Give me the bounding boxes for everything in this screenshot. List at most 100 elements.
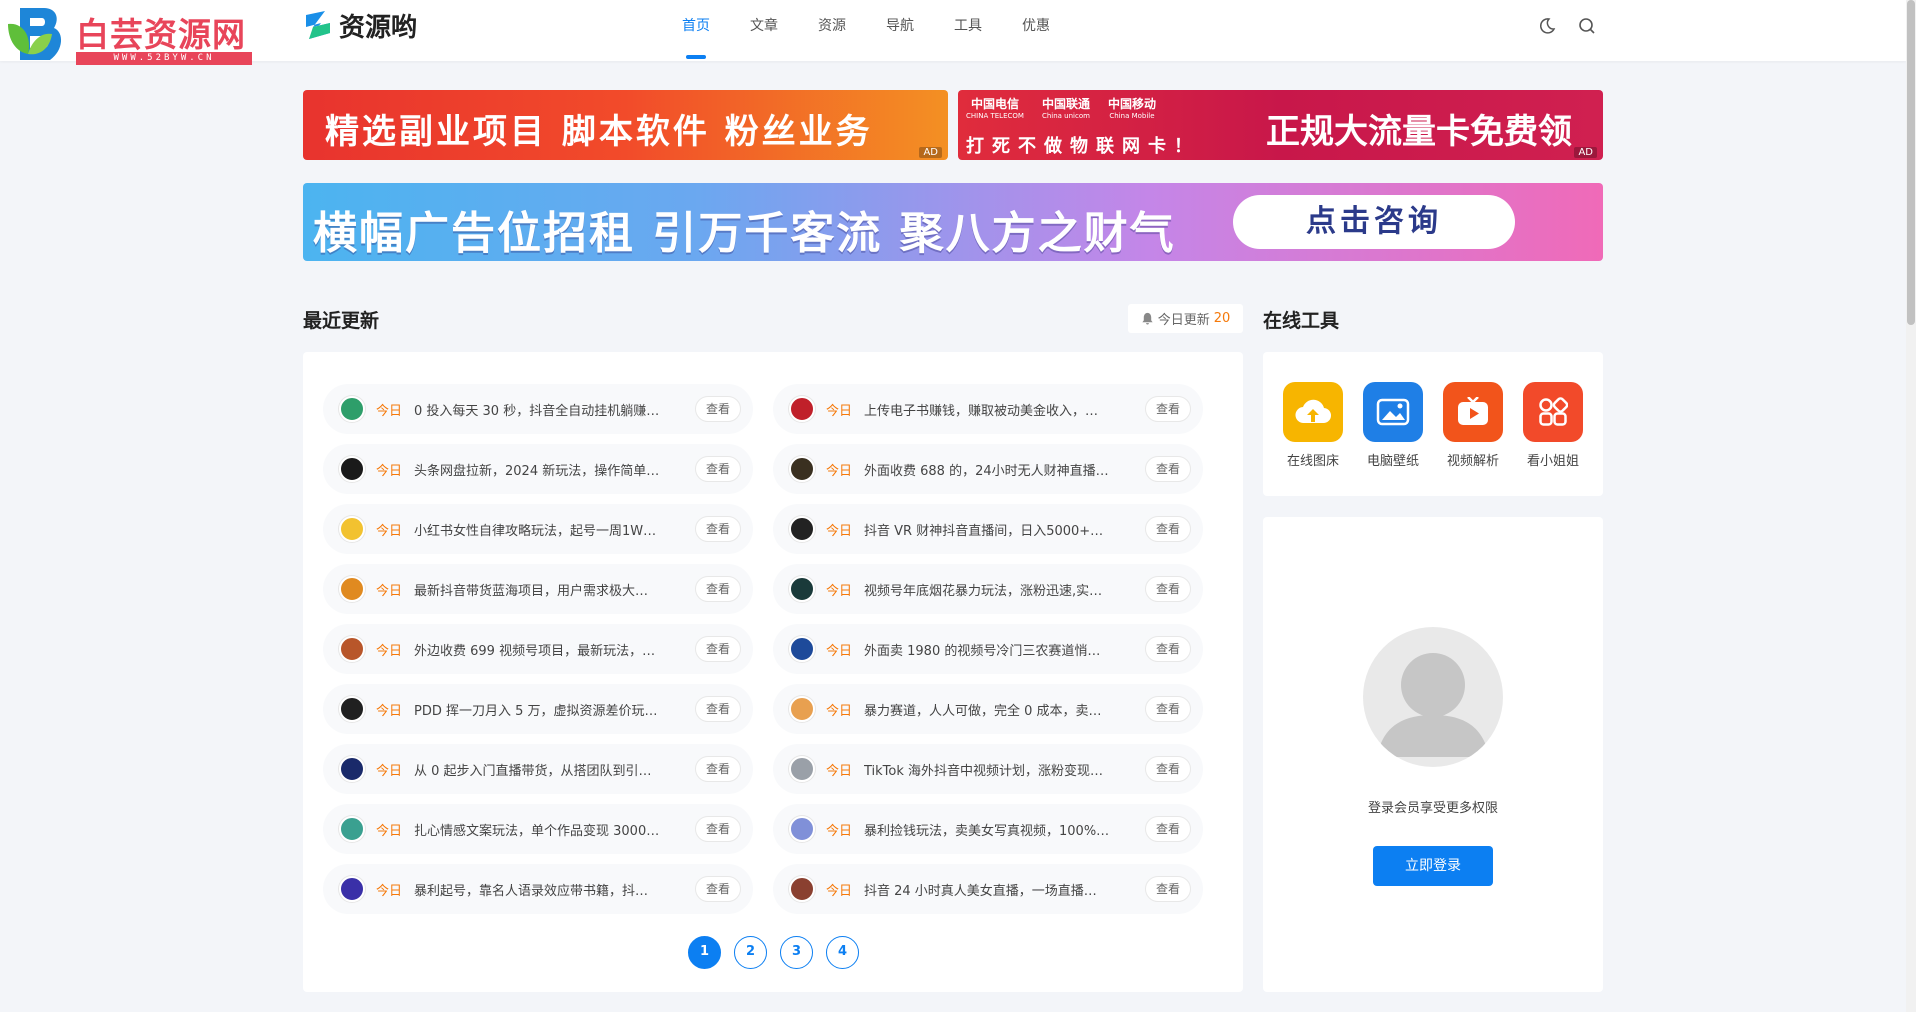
list-item[interactable]: 今日 0 投入每天 30 秒，抖音全自动挂机躺赚… 查看	[323, 384, 753, 434]
banner-sim-card[interactable]: 中国电信 CHINA TELECOM 中国联通 China unicom 中国移动 C…	[958, 90, 1603, 160]
view-button[interactable]: 查看	[1145, 816, 1191, 842]
item-thumbnail	[339, 396, 365, 422]
view-button[interactable]: 查看	[695, 816, 741, 842]
item-title[interactable]: 抖音 24 小时真人美女直播，一场直播…	[864, 880, 1117, 899]
view-button[interactable]: 查看	[695, 636, 741, 662]
view-button[interactable]: 查看	[695, 876, 741, 902]
tool-gallery[interactable]: 看小姐姐	[1513, 382, 1593, 469]
list-item[interactable]: 今日 暴利捡钱玩法，卖美女写真视频，100%… 查看	[773, 804, 1203, 854]
item-title[interactable]: PDD 挥一刀月入 5 万，虚拟资源差价玩…	[414, 700, 667, 719]
item-thumbnail	[339, 456, 365, 482]
page-4[interactable]: 4	[826, 936, 859, 969]
item-thumbnail	[789, 756, 815, 782]
item-thumbnail	[789, 636, 815, 662]
login-tip: 登录会员享受更多权限	[1367, 801, 1498, 816]
view-button[interactable]: 查看	[695, 696, 741, 722]
item-title[interactable]: 从 0 起步入门直播带货，从搭团队到引…	[414, 760, 667, 779]
list-item[interactable]: 今日 暴利起号，靠名人语录效应带书籍，抖… 查看	[323, 864, 753, 914]
item-title[interactable]: 最新抖音带货蓝海项目，用户需求极大…	[414, 580, 667, 599]
list-item[interactable]: 今日 外面收费 688 的，24小时无人财神直播… 查看	[773, 444, 1203, 494]
list-item[interactable]: 今日 外边收费 699 视频号项目，最新玩法，… 查看	[323, 624, 753, 674]
nav-articles[interactable]: 文章	[730, 0, 798, 61]
nav-navigation[interactable]: 导航	[866, 0, 934, 61]
item-date-tag: 今日	[826, 463, 853, 479]
list-item[interactable]: 今日 TikTok 海外抖音中视频计划，涨粉变现… 查看	[773, 744, 1203, 794]
carrier-logos: 中国电信 CHINA TELECOM 中国联通 China unicom 中国移动 C…	[966, 98, 1156, 122]
view-button[interactable]: 查看	[1145, 756, 1191, 782]
pagination: 1 2 3 4	[688, 936, 859, 969]
item-title[interactable]: 外边收费 699 视频号项目，最新玩法，…	[414, 640, 667, 659]
site-logo[interactable]: 资源哟	[303, 8, 417, 43]
view-button[interactable]: 查看	[695, 396, 741, 422]
item-title[interactable]: 抖音 VR 财神抖音直播间，日入5000+…	[864, 520, 1117, 539]
item-date-tag: 今日	[376, 703, 403, 719]
list-item[interactable]: 今日 外面卖 1980 的视频号冷门三农赛道悄… 查看	[773, 624, 1203, 674]
item-date-tag: 今日	[826, 643, 853, 659]
list-item[interactable]: 今日 抖音 24 小时真人美女直播，一场直播… 查看	[773, 864, 1203, 914]
item-title[interactable]: 暴利起号，靠名人语录效应带书籍，抖…	[414, 880, 667, 899]
recent-updates-panel: 今日 0 投入每天 30 秒，抖音全自动挂机躺赚… 查看 今日 上传电子书赚钱，赚取被动…	[303, 352, 1243, 992]
nav-resources[interactable]: 资源	[798, 0, 866, 61]
carrier-mobile: 中国移动 China Mobile	[1107, 97, 1156, 120]
page-1[interactable]: 1	[688, 936, 721, 969]
recent-updates-list: 今日 0 投入每天 30 秒，抖音全自动挂机躺赚… 查看 今日 上传电子书赚钱，赚取被动…	[323, 384, 1223, 914]
consult-button[interactable]: 点击咨询	[1233, 195, 1515, 249]
item-title[interactable]: 暴利捡钱玩法，卖美女写真视频，100%…	[864, 820, 1117, 839]
item-title[interactable]: 外面卖 1980 的视频号冷门三农赛道悄…	[864, 640, 1117, 659]
today-update-count: 20	[1213, 311, 1231, 326]
item-title[interactable]: 0 投入每天 30 秒，抖音全自动挂机躺赚…	[414, 400, 667, 419]
list-item[interactable]: 今日 头条网盘拉新，2024 新玩法，操作简单… 查看	[323, 444, 753, 494]
site-watermark: 白芸资源网 WWW.52BYW.CN	[0, 0, 260, 70]
banner-ad-rental[interactable]: 横幅广告位招租 引万千客流 聚八方之财气 点击咨询	[303, 183, 1603, 261]
view-button[interactable]: 查看	[1145, 456, 1191, 482]
nav-tools[interactable]: 工具	[934, 0, 1002, 61]
view-button[interactable]: 查看	[695, 456, 741, 482]
nav-deals[interactable]: 优惠	[1002, 0, 1070, 61]
item-title[interactable]: 小红书女性自律攻略玩法，起号一周1W…	[414, 520, 667, 539]
list-item[interactable]: 今日 抖音 VR 财神抖音直播间，日入5000+… 查看	[773, 504, 1203, 554]
top-navbar: 资源哟 首页 文章 资源 导航 工具 优惠	[0, 0, 1906, 61]
page-scrollbar[interactable]	[1906, 0, 1916, 1012]
item-title[interactable]: TikTok 海外抖音中视频计划，涨粉变现…	[864, 760, 1117, 779]
search-icon[interactable]	[1577, 16, 1597, 36]
page-2[interactable]: 2	[734, 936, 767, 969]
list-item[interactable]: 今日 视频号年底烟花暴力玩法，涨粉迅速,实… 查看	[773, 564, 1203, 614]
login-button[interactable]: 立即登录	[1373, 846, 1493, 886]
tool-image-host[interactable]: 在线图床	[1273, 382, 1353, 469]
view-button[interactable]: 查看	[1145, 516, 1191, 542]
item-title[interactable]: 扎心情感文案玩法，单个作品变现 3000…	[414, 820, 667, 839]
moon-icon[interactable]	[1537, 16, 1557, 36]
view-button[interactable]: 查看	[695, 576, 741, 602]
item-thumbnail	[789, 516, 815, 542]
page-3[interactable]: 3	[780, 936, 813, 969]
item-thumbnail	[339, 516, 365, 542]
item-title[interactable]: 头条网盘拉新，2024 新玩法，操作简单…	[414, 460, 667, 479]
list-item[interactable]: 今日从 0 起步入门直播带货，从搭团队到引… 查看	[323, 744, 753, 794]
view-button[interactable]: 查看	[695, 756, 741, 782]
view-button[interactable]: 查看	[1145, 876, 1191, 902]
view-button[interactable]: 查看	[1145, 636, 1191, 662]
list-item[interactable]: 今日 暴力赛道，人人可做，完全 0 成本，卖… 查看	[773, 684, 1203, 734]
view-button[interactable]: 查看	[1145, 396, 1191, 422]
item-thumbnail	[339, 696, 365, 722]
tool-wallpaper[interactable]: 电脑壁纸	[1353, 382, 1433, 469]
item-title[interactable]: 暴力赛道，人人可做，完全 0 成本，卖…	[864, 700, 1117, 719]
view-button[interactable]: 查看	[1145, 576, 1191, 602]
banner-side-business[interactable]: 精选副业项目 脚本软件 粉丝业务 AD	[303, 90, 948, 160]
item-thumbnail	[339, 876, 365, 902]
tool-video-parse[interactable]: 视频解析	[1433, 382, 1513, 469]
view-button[interactable]: 查看	[695, 516, 741, 542]
list-item[interactable]: 今日 最新抖音带货蓝海项目，用户需求极大… 查看	[323, 564, 753, 614]
watermark-title: 白芸资源网	[76, 15, 246, 54]
item-title[interactable]: 上传电子书赚钱，赚取被动美金收入，…	[864, 400, 1117, 419]
list-item[interactable]: 今日 小红书女性自律攻略玩法，起号一周1W… 查看	[323, 504, 753, 554]
list-item[interactable]: 今日 上传电子书赚钱，赚取被动美金收入，… 查看	[773, 384, 1203, 434]
list-item[interactable]: 今日 PDD 挥一刀月入 5 万，虚拟资源差价玩… 查看	[323, 684, 753, 734]
view-button[interactable]: 查看	[1145, 696, 1191, 722]
scrollbar-thumb[interactable]	[1907, 0, 1915, 325]
item-title[interactable]: 外面收费 688 的，24小时无人财神直播…	[864, 460, 1117, 479]
nav-home[interactable]: 首页	[662, 0, 730, 61]
list-item[interactable]: 今日 扎心情感文案玩法，单个作品变现 3000… 查看	[323, 804, 753, 854]
item-date-tag: 今日	[826, 523, 853, 539]
item-title[interactable]: 视频号年底烟花暴力玩法，涨粉迅速,实…	[864, 580, 1117, 599]
